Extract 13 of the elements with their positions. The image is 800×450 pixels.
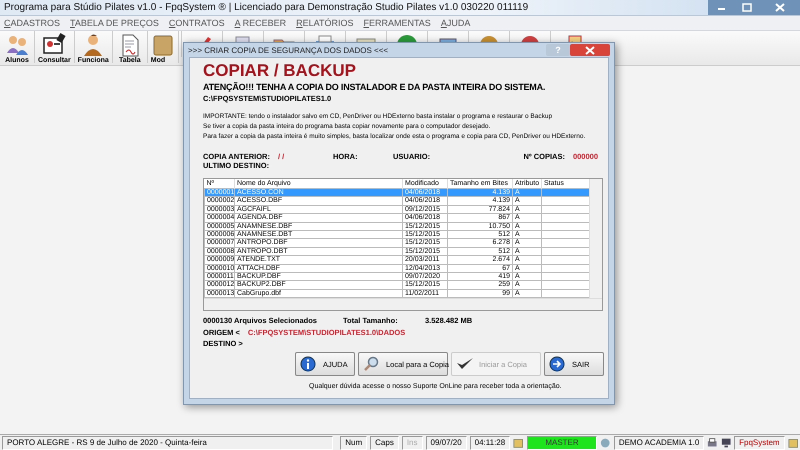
- product-name: DEMO ACADEMIA 1.0: [614, 436, 704, 450]
- dialog-title: >>> CRIAR COPIA DE SEGURANÇA DOS DADOS <<<: [188, 46, 390, 54]
- window-title: Programa para Stúdio Pilates v1.0 - FpqSystem ® | Licenciado para Demonstração Studio Pilates v1.0 030220 011119: [4, 2, 530, 13]
- key-indicator: Caps: [370, 436, 399, 450]
- brand-name: FpqSystem: [734, 436, 785, 450]
- status-time: 04:11:28: [470, 436, 510, 450]
- key-indicator: Ins: [402, 436, 422, 450]
- user-status: MASTER: [526, 436, 598, 450]
- dialog-heading: COPIAR / BACKUP: [203, 61, 358, 81]
- location-text: PORTO ALEGRE - RS 9 de Julho de 2020 - Quinta-feira: [2, 436, 334, 450]
- key-indicator: Num: [340, 436, 368, 450]
- warning-text: ATENÇÃO!!! TENHA A COPIA DO INSTALADOR E DA PASTA INTEIRA DO SISTEMA.: [203, 81, 546, 94]
- status-date: 09/07/20: [426, 436, 467, 450]
